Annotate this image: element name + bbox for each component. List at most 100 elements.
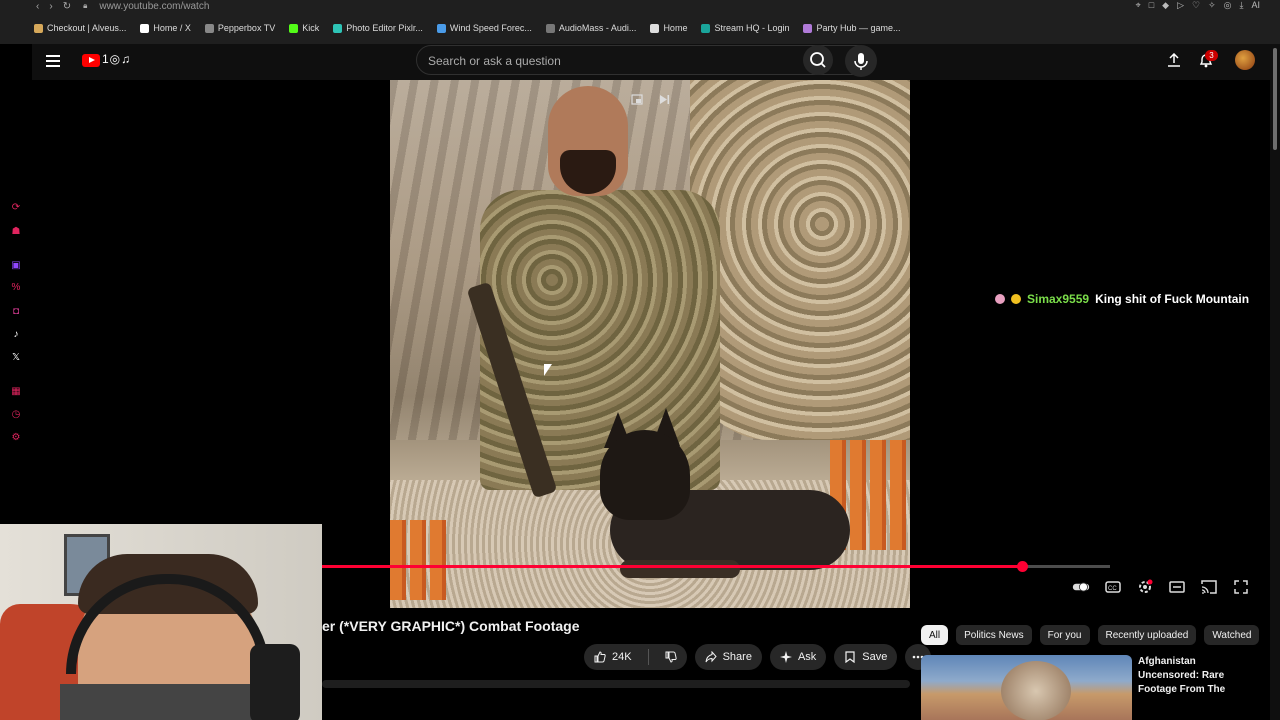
miniplayer-icon[interactable]: [631, 93, 644, 106]
bookmark-label: Party Hub — game...: [816, 23, 901, 33]
chat-message-text: King shit of Fuck Mountain: [1095, 292, 1250, 306]
menu-icon[interactable]: [46, 55, 60, 67]
shield-icon[interactable]: ◆: [1162, 0, 1169, 11]
bookmark-favicon-icon: [34, 23, 43, 33]
instagram-icon[interactable]: ◘: [10, 306, 22, 318]
dislike-button[interactable]: [655, 644, 687, 670]
captions-icon[interactable]: CC: [1104, 578, 1122, 596]
filter-chip[interactable]: Politics News: [956, 625, 1032, 645]
browser-url-bar: ‹ › ↻ 🔒︎ www.youtube.com/watch ⌖ □ ◆ ▷ ♡…: [0, 0, 1280, 12]
pin-icon[interactable]: ⌖: [1136, 0, 1141, 11]
notification-count-badge: 3: [1205, 50, 1218, 61]
tiktok-icon[interactable]: ♪: [10, 329, 22, 341]
bookmark-icon[interactable]: □: [1149, 0, 1154, 11]
bookmark-favicon-icon: [803, 23, 813, 33]
youtube-logo[interactable]: [82, 54, 100, 67]
chat-sub-badge-icon: [1011, 294, 1021, 304]
forward-icon[interactable]: ›: [49, 1, 52, 12]
box-icon[interactable]: ▦: [10, 386, 22, 398]
filter-chip[interactable]: All: [921, 625, 949, 645]
share-button[interactable]: Share: [694, 644, 762, 670]
youtube-masthead: 1◎♫ Search or ask a question 3: [32, 44, 1280, 80]
recommendation-item[interactable]: Afghanistan Uncensored: Rare Footage Fro…: [921, 655, 1261, 720]
voice-search-button[interactable]: [845, 45, 877, 77]
heart-icon[interactable]: ♡: [1192, 0, 1200, 11]
recommendation-title[interactable]: Afghanistan Uncensored: Rare Footage Fro…: [1138, 655, 1256, 697]
bookmark-item[interactable]: Checkout | Alveus...: [34, 23, 126, 33]
twitch-icon[interactable]: ▣: [10, 260, 22, 272]
bookmark-favicon-icon: [289, 23, 299, 33]
bookmark-save-icon: [845, 651, 855, 663]
bookmark-favicon-icon: [140, 23, 150, 33]
clock-icon[interactable]: ◷: [10, 409, 22, 421]
theater-mode-icon[interactable]: [1168, 578, 1186, 596]
share-label: Share: [722, 651, 752, 663]
download-icon[interactable]: ⤓: [1240, 0, 1244, 11]
bookmark-item[interactable]: Photo Editor Pixlr...: [333, 23, 423, 33]
ai-icon[interactable]: AI: [1251, 0, 1260, 11]
play-icon[interactable]: ▷: [1177, 0, 1184, 11]
url-text[interactable]: www.youtube.com/watch: [99, 1, 209, 12]
bookmark-favicon-icon: [204, 23, 214, 33]
sparkle-icon: [779, 651, 792, 663]
bookmark-item[interactable]: Stream HQ - Login: [701, 23, 789, 33]
settings-gear-icon[interactable]: ⚙: [10, 432, 22, 444]
extensions-icon[interactable]: ✧: [1208, 0, 1216, 11]
streamer-shirt: [60, 684, 280, 720]
bookmark-label: Kick: [302, 23, 320, 33]
bookmark-item[interactable]: Home: [650, 23, 687, 33]
search-placeholder: Search or ask a question: [428, 54, 561, 68]
filter-chip[interactable]: Watched: [1204, 625, 1260, 645]
bookmark-item[interactable]: Wind Speed Forec...: [436, 23, 532, 33]
x-icon[interactable]: 𝕏: [10, 352, 22, 364]
search-icon: [810, 52, 826, 68]
bookmark-item[interactable]: AudioMass - Audi...: [545, 23, 637, 33]
reload-icon[interactable]: ↻: [63, 1, 71, 12]
fullscreen-icon[interactable]: [1232, 578, 1250, 596]
back-icon[interactable]: ‹: [36, 1, 39, 12]
save-button[interactable]: Save: [834, 644, 898, 670]
settings-icon[interactable]: [1136, 578, 1154, 596]
bookmark-label: Stream HQ - Login: [714, 23, 790, 33]
bookmark-item[interactable]: Pepperbox TV: [204, 23, 275, 33]
scrollbar-thumb[interactable]: [1273, 48, 1277, 150]
bookmark-favicon-icon: [701, 23, 711, 33]
video-progress-bar[interactable]: [322, 561, 1110, 572]
description-box[interactable]: [322, 680, 910, 688]
reload-app-icon[interactable]: ⟳: [10, 202, 22, 214]
video-right-figure: [690, 80, 910, 440]
user-avatar[interactable]: [1235, 50, 1255, 70]
bookmark-item[interactable]: Party Hub — game...: [803, 23, 901, 33]
progress-scrubber[interactable]: [1016, 561, 1028, 572]
browser-nav: ‹ › ↻: [36, 1, 71, 12]
video-frame[interactable]: [390, 80, 910, 608]
player-controls-right: CC: [1072, 578, 1250, 596]
filter-chip[interactable]: For you: [1039, 625, 1090, 645]
upload-icon[interactable]: [1167, 53, 1181, 67]
like-dislike-group: 24K: [584, 644, 687, 670]
profile-icon[interactable]: ◎: [1224, 0, 1232, 11]
thumbs-down-icon: [665, 651, 677, 663]
bookmark-label: AudioMass - Audi...: [558, 23, 637, 33]
like-button[interactable]: 24K: [584, 644, 642, 670]
autoplay-toggle-icon[interactable]: [1072, 578, 1090, 596]
recommendation-thumbnail[interactable]: [921, 655, 1132, 720]
robot-icon[interactable]: ☗: [10, 226, 22, 238]
bookmark-favicon-icon: [436, 23, 446, 33]
logo-doodle-icon[interactable]: 1◎♫: [102, 52, 131, 66]
percent-icon[interactable]: %: [10, 282, 22, 294]
next-video-icon[interactable]: [658, 93, 671, 106]
bookmark-label: Photo Editor Pixlr...: [346, 23, 423, 33]
cast-icon[interactable]: [1200, 578, 1218, 596]
desk-microphone: [250, 644, 300, 720]
bookmark-label: Checkout | Alveus...: [47, 23, 127, 33]
bookmark-item[interactable]: Kick: [289, 23, 319, 33]
filter-chip[interactable]: Recently uploaded: [1097, 625, 1197, 645]
bookmark-item[interactable]: Home / X: [140, 23, 191, 33]
progress-played: [322, 565, 1022, 568]
video-dog: [580, 408, 850, 600]
search-button[interactable]: [803, 45, 833, 75]
ask-button[interactable]: Ask: [769, 644, 827, 670]
bookmark-label: Home: [663, 23, 688, 33]
page-scrollbar[interactable]: [1270, 44, 1280, 720]
